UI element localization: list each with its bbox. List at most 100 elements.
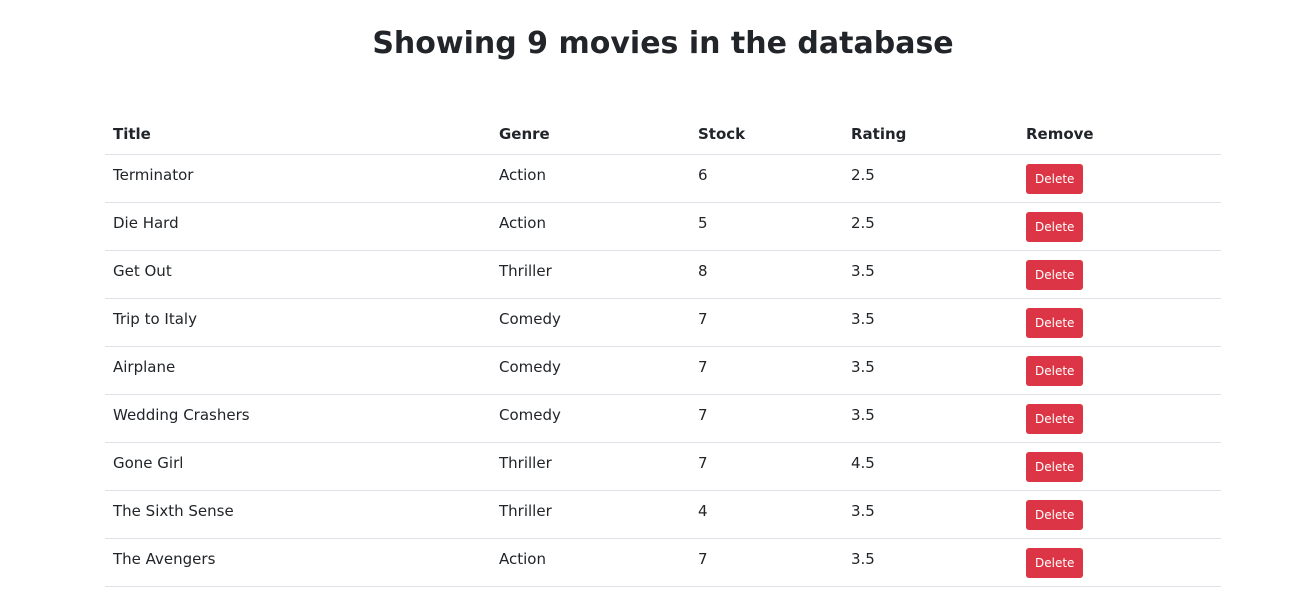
cell-rating: 3.5 xyxy=(843,346,1018,395)
movie-stock: 4 xyxy=(698,501,708,520)
cell-genre: Action xyxy=(491,202,690,251)
movie-genre: Action xyxy=(499,213,546,232)
movie-stock: 8 xyxy=(698,261,708,280)
delete-button[interactable]: Delete xyxy=(1026,403,1084,434)
cell-title: Terminator xyxy=(105,154,491,203)
table-row: The Sixth Sense Thriller 4 3.5 Delete xyxy=(105,490,1221,539)
movie-rating: 3.5 xyxy=(851,261,875,280)
cell-stock: 5 xyxy=(690,202,843,251)
movie-genre: Comedy xyxy=(499,405,561,424)
cell-stock: 7 xyxy=(690,298,843,347)
table-row: Terminator Action 6 2.5 Delete xyxy=(105,154,1221,203)
cell-remove: Delete xyxy=(1018,250,1221,299)
cell-rating: 2.5 xyxy=(843,202,1018,251)
cell-remove: Delete xyxy=(1018,394,1221,443)
cell-genre: Comedy xyxy=(491,298,690,347)
delete-button[interactable]: Delete xyxy=(1026,259,1084,290)
cell-genre: Comedy xyxy=(491,346,690,395)
delete-button[interactable]: Delete xyxy=(1026,547,1084,578)
cell-stock: 7 xyxy=(690,538,843,587)
cell-rating: 2.5 xyxy=(843,154,1018,203)
movie-stock: 6 xyxy=(698,165,708,184)
movie-title: Terminator xyxy=(113,165,194,184)
cell-rating: 3.5 xyxy=(843,538,1018,587)
cell-rating: 3.5 xyxy=(843,490,1018,539)
cell-genre: Action xyxy=(491,154,690,203)
movie-title: The Sixth Sense xyxy=(113,501,234,520)
cell-stock: 7 xyxy=(690,346,843,395)
movie-genre: Comedy xyxy=(499,309,561,328)
movie-rating: 2.5 xyxy=(851,213,875,232)
delete-button[interactable]: Delete xyxy=(1026,499,1084,530)
cell-remove: Delete xyxy=(1018,490,1221,539)
movie-title: Wedding Crashers xyxy=(113,405,250,424)
movie-genre: Thriller xyxy=(499,261,552,280)
cell-genre: Comedy xyxy=(491,394,690,443)
cell-title: Wedding Crashers xyxy=(105,394,491,443)
table-row: Get Out Thriller 8 3.5 Delete xyxy=(105,250,1221,299)
cell-title: Die Hard xyxy=(105,202,491,251)
table-row: Wedding Crashers Comedy 7 3.5 Delete xyxy=(105,394,1221,443)
column-header-genre: Genre xyxy=(491,114,690,155)
cell-title: Airplane xyxy=(105,346,491,395)
movie-genre: Thriller xyxy=(499,453,552,472)
movie-genre: Action xyxy=(499,165,546,184)
movie-rating: 3.5 xyxy=(851,309,875,328)
movie-genre: Action xyxy=(499,549,546,568)
cell-title: Trip to Italy xyxy=(105,298,491,347)
cell-genre: Thriller xyxy=(491,490,690,539)
cell-genre: Thriller xyxy=(491,442,690,491)
movie-rating: 3.5 xyxy=(851,357,875,376)
cell-remove: Delete xyxy=(1018,154,1221,203)
cell-remove: Delete xyxy=(1018,442,1221,491)
movie-stock: 7 xyxy=(698,357,708,376)
movie-rating: 3.5 xyxy=(851,549,875,568)
movies-table: Title Genre Stock Rating Remove Terminat… xyxy=(105,114,1221,587)
movie-rating: 3.5 xyxy=(851,405,875,424)
movie-title: Airplane xyxy=(113,357,176,376)
column-header-rating: Rating xyxy=(843,114,1018,155)
movie-stock: 7 xyxy=(698,549,708,568)
movie-genre: Thriller xyxy=(499,501,552,520)
movie-stock: 7 xyxy=(698,405,708,424)
table-row: Gone Girl Thriller 7 4.5 Delete xyxy=(105,442,1221,491)
table-row: Airplane Comedy 7 3.5 Delete xyxy=(105,346,1221,395)
column-header-stock: Stock xyxy=(690,114,843,155)
cell-stock: 6 xyxy=(690,154,843,203)
movie-rating: 2.5 xyxy=(851,165,875,184)
cell-remove: Delete xyxy=(1018,538,1221,587)
cell-remove: Delete xyxy=(1018,298,1221,347)
cell-genre: Action xyxy=(491,538,690,587)
cell-title: Get Out xyxy=(105,250,491,299)
movie-title: The Avengers xyxy=(113,549,216,568)
movie-stock: 7 xyxy=(698,453,708,472)
movie-rating: 3.5 xyxy=(851,501,875,520)
table-header-row: Title Genre Stock Rating Remove xyxy=(105,114,1221,155)
delete-button[interactable]: Delete xyxy=(1026,211,1084,242)
column-header-title: Title xyxy=(105,114,491,155)
delete-button[interactable]: Delete xyxy=(1026,163,1084,194)
delete-button[interactable]: Delete xyxy=(1026,451,1084,482)
delete-button[interactable]: Delete xyxy=(1026,307,1084,338)
cell-rating: 4.5 xyxy=(843,442,1018,491)
table-row: Trip to Italy Comedy 7 3.5 Delete xyxy=(105,298,1221,347)
table-row: The Avengers Action 7 3.5 Delete xyxy=(105,538,1221,587)
movie-title: Trip to Italy xyxy=(113,309,197,328)
delete-button[interactable]: Delete xyxy=(1026,355,1084,386)
movie-title: Gone Girl xyxy=(113,453,184,472)
cell-title: The Sixth Sense xyxy=(105,490,491,539)
movie-title: Die Hard xyxy=(113,213,179,232)
movie-stock: 5 xyxy=(698,213,708,232)
cell-remove: Delete xyxy=(1018,346,1221,395)
cell-rating: 3.5 xyxy=(843,250,1018,299)
cell-title: The Avengers xyxy=(105,538,491,587)
cell-stock: 7 xyxy=(690,394,843,443)
cell-stock: 7 xyxy=(690,442,843,491)
movie-stock: 7 xyxy=(698,309,708,328)
cell-rating: 3.5 xyxy=(843,394,1018,443)
movie-rating: 4.5 xyxy=(851,453,875,472)
column-header-remove: Remove xyxy=(1018,114,1221,155)
cell-stock: 8 xyxy=(690,250,843,299)
cell-stock: 4 xyxy=(690,490,843,539)
table-row: Die Hard Action 5 2.5 Delete xyxy=(105,202,1221,251)
